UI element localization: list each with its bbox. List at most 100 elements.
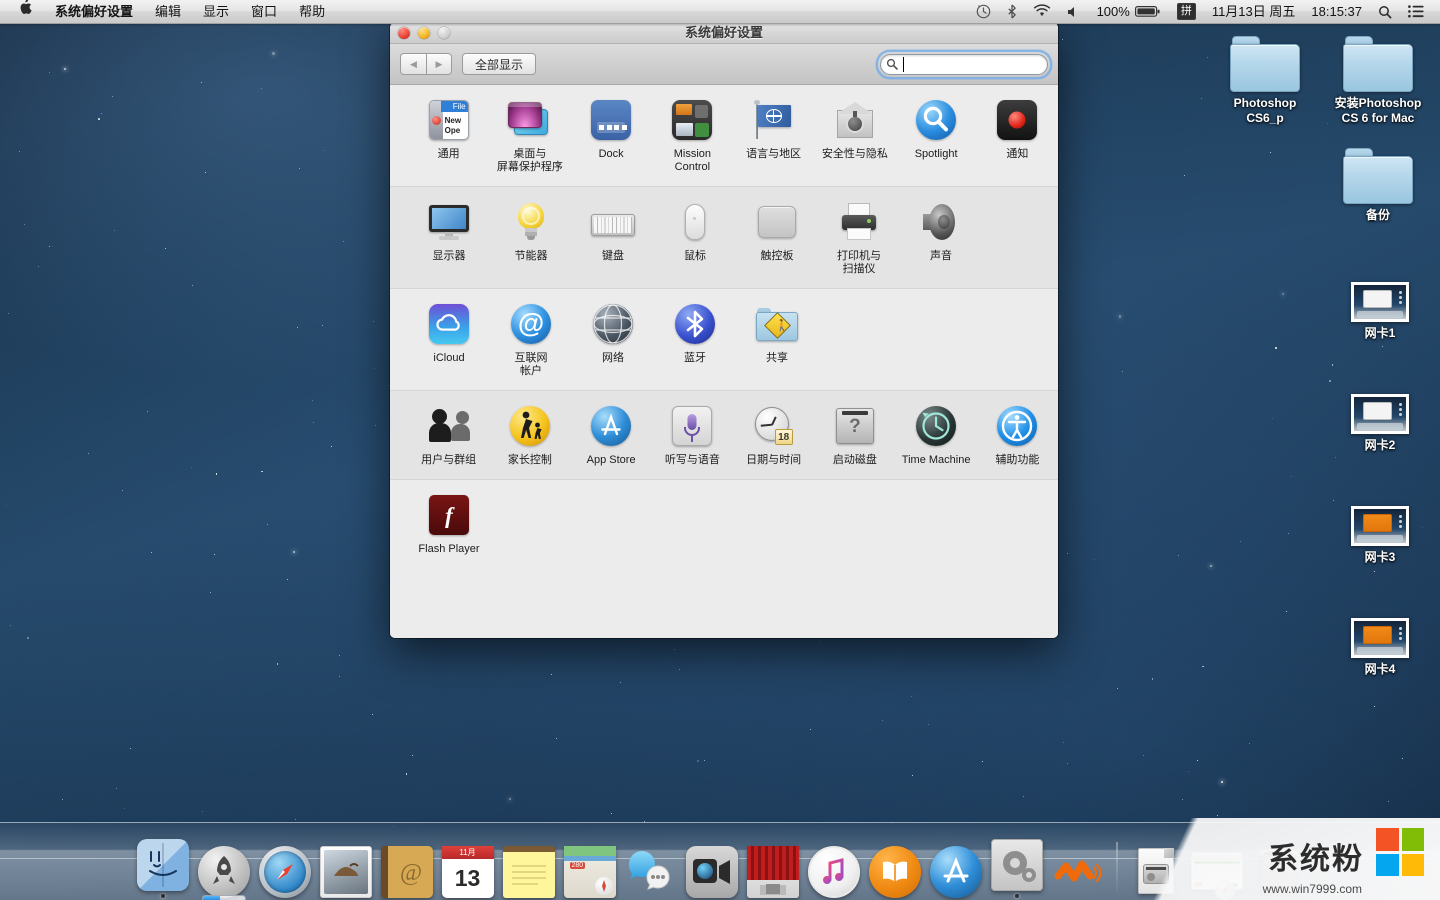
menu-extra-spotlight[interactable] [1370,5,1400,19]
prefs-section-internet: iCloud @ 互联网 帐户 网络 蓝牙 🚶 共享 [390,289,1058,391]
pref-pane-dock[interactable]: Dock [571,97,652,178]
pref-pane-printers-scanners[interactable]: 打印机与 扫描仪 [818,199,900,280]
navigation-segmented-control: ◀ ▶ [400,53,452,75]
screenshot-netcard-3[interactable]: 网卡3 [1320,482,1440,565]
pref-pane-spotlight[interactable]: Spotlight [896,97,977,178]
menu-bar-clock[interactable]: 18:15:37 [1303,0,1370,24]
launchpad-icon [197,846,250,900]
pref-pane-energy-saver[interactable]: 节能器 [490,199,572,280]
pref-pane-general[interactable]: File New Ope 通用 [408,97,489,178]
pref-pane-bluetooth[interactable]: 蓝牙 [654,301,736,382]
pref-pane-dictation-speech[interactable]: 听写与语音 [652,403,733,471]
forward-button[interactable]: ▶ [426,53,452,75]
pref-pane-label: 通知 [1006,148,1029,160]
menu-bar-date[interactable]: 11月13日 周五 [1204,0,1304,24]
finder-icon [136,839,189,891]
spotlight-icon [896,97,977,143]
spotlight-icon [1379,5,1392,18]
sound-icon [900,199,982,245]
pref-pane-mission-control[interactable]: Mission Control [652,97,733,178]
dock-item-app-store[interactable] [927,836,985,898]
dock-item-tencent-app[interactable] [1049,836,1107,898]
dock-item-notes[interactable] [500,836,558,898]
pref-pane-label: Mission Control [673,148,712,173]
window-title-bar[interactable]: 系统偏好设置 [390,22,1058,44]
menu-item-1[interactable]: 编辑 [144,0,192,24]
dock-item-finder[interactable] [134,836,192,898]
pref-pane-flash-player[interactable]: f Flash Player [408,492,490,560]
security-privacy-icon [814,97,895,143]
menu-extra-volume[interactable] [1059,5,1089,19]
pref-pane-app-store[interactable]: App Store [571,403,652,471]
pref-pane-trackpad[interactable]: 触控板 [736,199,818,280]
printers-scanners-icon [818,199,900,245]
pref-pane-keyboard[interactable]: 键盘 [572,199,654,280]
pref-pane-date-time[interactable]: 18 日期与时间 [733,403,814,471]
dock-item-mail[interactable] [317,836,375,898]
dock-item-maps[interactable]: 280 [561,836,619,898]
pref-pane-label: 辅助功能 [995,454,1040,466]
menu-app-name[interactable]: 系统偏好设置 [44,0,144,24]
window-toolbar: ◀ ▶ 全部显示 [390,44,1058,85]
pref-pane-sharing[interactable]: 🚶 共享 [736,301,818,382]
pref-pane-language-region[interactable]: 语言与地区 [733,97,814,178]
dock-item-calendar[interactable]: 11月 13 [439,836,497,898]
dock-item-facetime[interactable] [683,836,741,898]
pref-pane-label: 启动磁盘 [832,454,877,466]
system-preferences-window[interactable]: 系统偏好设置 ◀ ▶ 全部显示 File New Ope 通用 桌面与 屏幕保护… [390,22,1058,638]
language-region-icon [733,97,814,143]
icloud-icon [408,301,490,347]
menu-extra-wifi[interactable] [1025,4,1059,19]
folder-install-photoshop[interactable]: 安装Photoshop CS 6 for Mac [1318,28,1438,126]
menu-item-2[interactable]: 显示 [192,0,240,24]
apple-logo-icon[interactable] [8,0,44,23]
menu-item-3[interactable]: 窗口 [240,0,288,24]
back-button[interactable]: ◀ [400,53,426,75]
screenshot-netcard-1[interactable]: 网卡1 [1320,258,1440,341]
menu-extra-bluetooth[interactable] [999,4,1025,19]
pref-pane-sound[interactable]: 声音 [900,199,982,280]
dock-item-contacts[interactable]: @ [378,836,436,898]
pref-pane-label: 日期与时间 [746,454,802,466]
folder-photoshop-cs6[interactable]: Photoshop CS6_p [1205,28,1325,126]
dock-item-minimized-safari-window[interactable] [1188,836,1246,900]
pref-pane-security-privacy[interactable]: 安全性与隐私 [814,97,895,178]
pref-pane-accessibility[interactable]: 辅助功能 [977,403,1058,471]
pref-pane-mouse[interactable]: 鼠标 [654,199,736,280]
dock-item-messages[interactable] [622,836,680,898]
menu-extra-notification-center[interactable] [1400,5,1432,18]
pref-pane-startup-disk[interactable]: ? 启动磁盘 [814,403,895,471]
prefs-row: 用户与群组 家长控制 App Store 听写与语音 18 日期与时间 ? 启动… [390,403,1058,471]
pref-pane-time-machine[interactable]: Time Machine [896,403,977,471]
screenshot-netcard-2[interactable]: 网卡2 [1320,370,1440,453]
pref-pane-displays[interactable]: 显示器 [408,199,490,280]
menu-extra-time-machine[interactable] [968,4,999,19]
pref-pane-label: 共享 [766,352,788,364]
pref-pane-icloud[interactable]: iCloud [408,301,490,382]
pref-pane-label: 听写与语音 [664,454,720,466]
dock-item-launchpad[interactable] [195,836,253,900]
pref-pane-internet-accounts[interactable]: @ 互联网 帐户 [490,301,572,382]
dock-item-ibooks[interactable] [866,836,924,898]
pref-pane-parental-controls[interactable]: 家长控制 [489,403,570,471]
pref-pane-network[interactable]: 网络 [572,301,654,382]
menu-extra-input-method[interactable]: 拼 [1169,3,1204,20]
folder-backup[interactable]: 备份 [1318,140,1438,223]
pref-pane-label: 触控板 [760,250,794,262]
dock-item-system-preferences[interactable] [988,836,1046,898]
dock-icon [571,97,652,143]
pref-pane-users-groups[interactable]: 用户与群组 [408,403,489,471]
screenshot-thumbnail-icon [1320,482,1440,546]
dock-item-itunes[interactable] [805,836,863,898]
pref-pane-desktop-screensaver[interactable]: 桌面与 屏幕保护程序 [489,97,570,178]
dock-item-safari[interactable] [256,836,314,898]
show-all-button[interactable]: 全部显示 [462,53,537,75]
users-groups-icon [408,403,489,449]
dock-item-photo-booth[interactable] [744,836,802,898]
dock-item-disk-image-file[interactable] [1127,836,1185,898]
dock-item-trash[interactable] [1249,836,1307,898]
menu-item-4[interactable]: 帮助 [288,0,336,24]
pref-pane-notifications[interactable]: 通知 [977,97,1058,178]
menu-extra-battery[interactable]: 100% [1089,0,1169,24]
screenshot-netcard-4[interactable]: 网卡4 [1320,594,1440,677]
